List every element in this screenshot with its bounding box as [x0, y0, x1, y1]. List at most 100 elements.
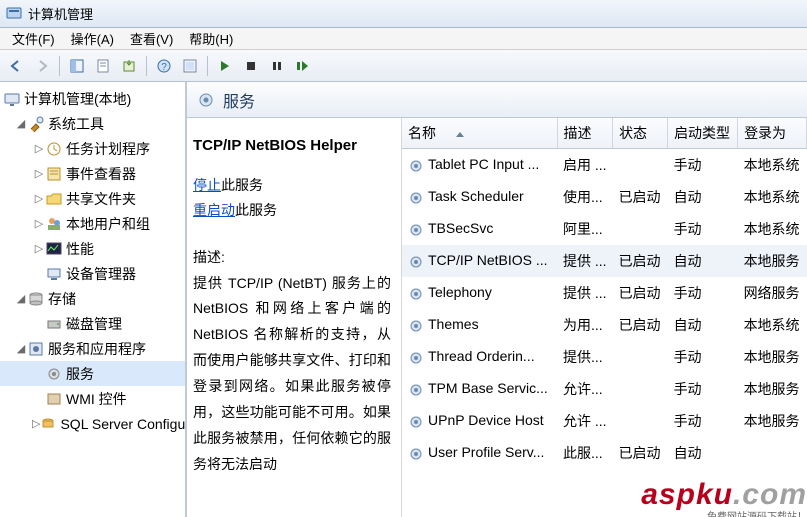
- tree-task-scheduler[interactable]: ▷任务计划程序: [0, 136, 185, 161]
- content-body: TCP/IP NetBIOS Helper 停止此服务 重启动此服务 描述: 提…: [187, 118, 807, 517]
- svg-text:?: ?: [161, 62, 167, 73]
- cell-startup: 手动: [668, 149, 738, 182]
- gear-icon: [408, 158, 424, 174]
- stop-service-link[interactable]: 停止: [193, 177, 221, 193]
- service-row[interactable]: User Profile Serv...此服...已启动自动: [402, 437, 807, 469]
- storage-icon: [28, 291, 44, 307]
- forward-button[interactable]: [30, 54, 54, 78]
- col-desc[interactable]: 描述: [557, 118, 613, 149]
- toolbar-separator: [59, 56, 60, 76]
- tree-services-apps[interactable]: ◢服务和应用程序: [0, 336, 185, 361]
- collapse-icon[interactable]: ◢: [14, 342, 28, 355]
- expand-icon[interactable]: ▷: [32, 192, 46, 205]
- back-button[interactable]: [4, 54, 28, 78]
- stop-suffix: 此服务: [221, 177, 263, 193]
- event-icon: [46, 166, 62, 182]
- menu-help[interactable]: 帮助(H): [181, 27, 241, 50]
- start-service-button[interactable]: [213, 54, 237, 78]
- cell-name-text: Themes: [428, 316, 479, 332]
- service-row[interactable]: Themes为用...已启动自动本地系统: [402, 309, 807, 341]
- refresh-button[interactable]: [178, 54, 202, 78]
- collapse-icon[interactable]: ◢: [14, 117, 28, 130]
- tree-services[interactable]: 服务: [0, 361, 185, 386]
- tree-label: 服务: [66, 364, 94, 384]
- cell-name: Themes: [402, 309, 557, 341]
- cell-name: User Profile Serv...: [402, 437, 557, 469]
- gear-icon: [408, 414, 424, 430]
- cell-startup: 手动: [668, 277, 738, 309]
- performance-icon: [46, 241, 62, 257]
- app-icon: [6, 6, 22, 22]
- menu-action[interactable]: 操作(A): [63, 27, 122, 50]
- service-row[interactable]: TCP/IP NetBIOS ...提供 ...已启动自动本地服务: [402, 245, 807, 277]
- restart-suffix: 此服务: [235, 202, 277, 218]
- tree-sql-server[interactable]: ▷SQL Server Configura: [0, 411, 185, 436]
- expand-icon[interactable]: ▷: [32, 217, 46, 230]
- tree-storage[interactable]: ◢存储: [0, 286, 185, 311]
- stop-service-button[interactable]: [239, 54, 263, 78]
- col-startup[interactable]: 启动类型: [668, 118, 738, 149]
- service-row[interactable]: TPM Base Servic...允许...手动本地服务: [402, 373, 807, 405]
- cell-status: 已启动: [613, 277, 668, 309]
- cell-logon: 本地服务: [738, 373, 807, 405]
- cell-desc: 阿里...: [557, 213, 613, 245]
- help-button[interactable]: ?: [152, 54, 176, 78]
- col-status[interactable]: 状态: [613, 118, 668, 149]
- cell-status: [613, 373, 668, 405]
- cell-name-text: Telephony: [428, 284, 492, 300]
- sql-icon: [40, 416, 56, 432]
- tree-disk-management[interactable]: 磁盘管理: [0, 311, 185, 336]
- watermark-sub: 免费网站源码下载站！: [641, 508, 807, 517]
- tree-event-viewer[interactable]: ▷事件查看器: [0, 161, 185, 186]
- tree-root[interactable]: 计算机管理(本地): [0, 86, 185, 111]
- wmi-icon: [46, 391, 62, 407]
- tree-label: 本地用户和组: [66, 214, 150, 234]
- cell-startup: 自动: [668, 437, 738, 469]
- cell-desc: 为用...: [557, 309, 613, 341]
- tree-system-tools[interactable]: ◢系统工具: [0, 111, 185, 136]
- cell-startup: 手动: [668, 341, 738, 373]
- tree-device-manager[interactable]: 设备管理器: [0, 261, 185, 286]
- services-table: 名称 描述 状态 启动类型 登录为 Tablet PC Input ...启用 …: [402, 118, 807, 469]
- tree-local-users[interactable]: ▷ 本地用户和组: [0, 211, 185, 236]
- show-hide-tree-button[interactable]: [65, 54, 89, 78]
- tree-wmi[interactable]: WMI 控件: [0, 386, 185, 411]
- gear-icon: [197, 91, 215, 109]
- pause-service-button[interactable]: [265, 54, 289, 78]
- cell-desc: 此服...: [557, 437, 613, 469]
- service-row[interactable]: Telephony提供 ...已启动手动网络服务: [402, 277, 807, 309]
- expand-icon[interactable]: ▷: [32, 142, 46, 155]
- service-row[interactable]: Task Scheduler使用...已启动自动本地系统: [402, 181, 807, 213]
- expand-icon[interactable]: ▷: [32, 417, 40, 430]
- col-logon[interactable]: 登录为: [738, 118, 807, 149]
- cell-logon: [738, 437, 807, 469]
- restart-service-button[interactable]: [291, 54, 315, 78]
- collapse-icon[interactable]: ◢: [14, 292, 28, 305]
- restart-service-link[interactable]: 重启动: [193, 202, 235, 218]
- content-header-title: 服务: [223, 88, 255, 112]
- toolbar-separator: [146, 56, 147, 76]
- service-row[interactable]: TBSecSvc阿里...手动本地系统: [402, 213, 807, 245]
- watermark: aspku.com 免费网站源码下载站！: [641, 478, 807, 517]
- cell-name-text: Thread Orderin...: [428, 348, 535, 364]
- cell-desc: 提供 ...: [557, 277, 613, 309]
- expand-icon[interactable]: ▷: [32, 167, 46, 180]
- gear-icon: [408, 222, 424, 238]
- menu-file[interactable]: 文件(F): [4, 27, 63, 50]
- service-row[interactable]: Thread Orderin...提供...手动本地服务: [402, 341, 807, 373]
- expand-icon[interactable]: ▷: [32, 242, 46, 255]
- export-button[interactable]: [117, 54, 141, 78]
- service-row[interactable]: UPnP Device Host允许 ...手动本地服务: [402, 405, 807, 437]
- cell-name: TCP/IP NetBIOS ...: [402, 245, 557, 277]
- properties-button[interactable]: [91, 54, 115, 78]
- service-row[interactable]: Tablet PC Input ...启用 ...手动本地系统: [402, 149, 807, 182]
- col-name[interactable]: 名称: [402, 118, 557, 149]
- tree-shared-folders[interactable]: ▷共享文件夹: [0, 186, 185, 211]
- services-list[interactable]: 名称 描述 状态 启动类型 登录为 Tablet PC Input ...启用 …: [402, 118, 807, 517]
- cell-status: 已启动: [613, 181, 668, 213]
- menu-view[interactable]: 查看(V): [122, 27, 181, 50]
- nav-tree[interactable]: 计算机管理(本地) ◢系统工具 ▷任务计划程序 ▷事件查看器 ▷共享文件夹 ▷ 本…: [0, 82, 187, 517]
- title-bar: 计算机管理: [0, 0, 807, 28]
- gear-icon: [408, 382, 424, 398]
- tree-performance[interactable]: ▷性能: [0, 236, 185, 261]
